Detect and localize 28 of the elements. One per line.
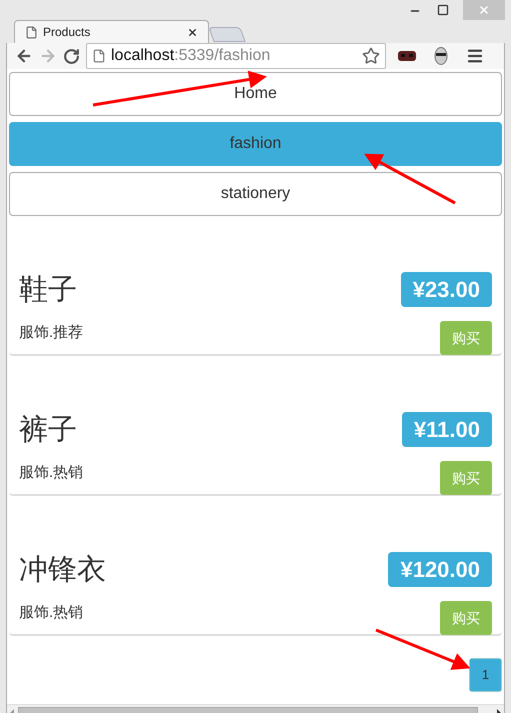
ghost-mask-icon[interactable] [434,47,448,65]
mask-icon[interactable] [398,50,416,62]
page-button[interactable]: 1 [469,658,502,692]
back-icon[interactable] [15,47,33,65]
category-button[interactable]: Home [9,72,502,116]
price-label: ¥11.00 [402,412,492,447]
product-name: 冲锋衣 [19,550,106,588]
reload-icon[interactable] [63,48,80,64]
close-icon [478,4,490,16]
price-label: ¥23.00 [400,272,492,307]
category-button[interactable]: stationery [9,172,502,216]
product-tags: 服饰.热销 [19,462,84,484]
product-name: 裤子 [19,410,77,448]
product-tags: 服饰.热销 [19,602,84,624]
page-icon [92,49,106,63]
menu-icon[interactable] [466,47,484,65]
product-name: 鞋子 [19,270,77,308]
address-bar[interactable]: localhost:5339/fashion [86,43,386,69]
bookmark-star-icon[interactable] [362,47,380,65]
page-icon [25,26,38,38]
category-button[interactable]: fashion [9,122,502,166]
tab-title: Products [43,24,92,41]
close-tab-icon[interactable] [187,26,198,38]
price-label: ¥120.00 [388,552,492,587]
browser-tab[interactable]: Products [14,20,209,43]
product-tags: 服饰.推荐 [19,322,84,344]
url-text: localhost:5339/fashion [111,46,272,66]
maximize-icon[interactable] [437,4,449,16]
